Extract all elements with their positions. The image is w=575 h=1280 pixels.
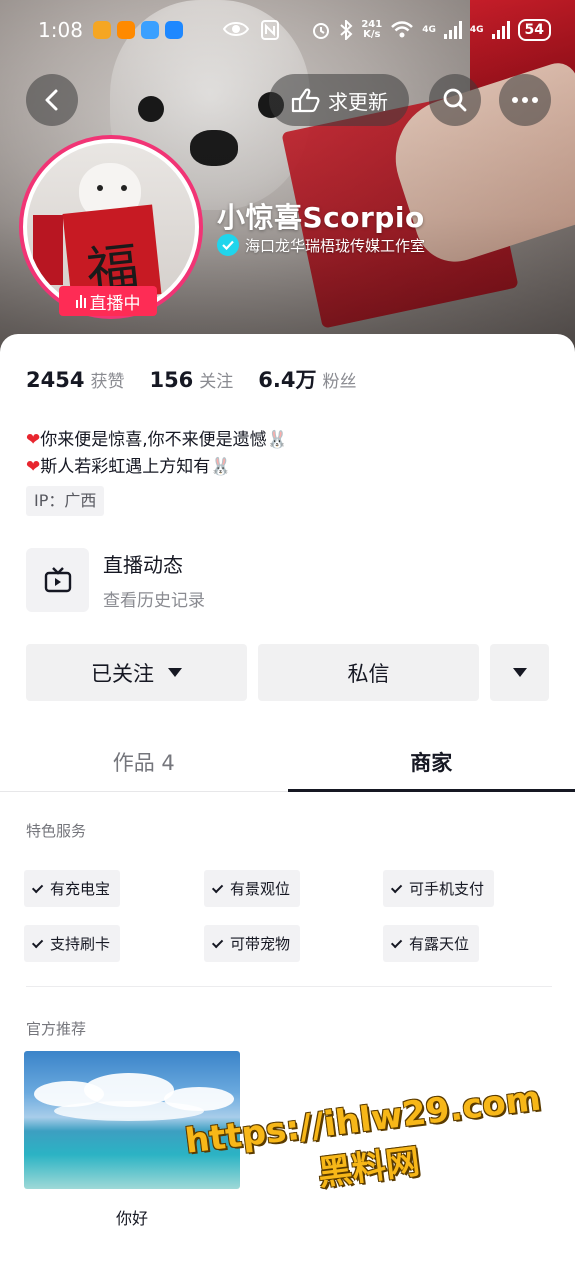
live-badge-label: 直播中: [89, 293, 141, 314]
profile-stats: 2454 获赞 156 关注 6.4万 粉丝: [26, 364, 357, 394]
chat-app-icon: [164, 21, 183, 39]
service-tag: 可手机支付: [383, 870, 495, 907]
status-bar: 1:08 241 K/s 4G 4G 54: [0, 0, 575, 60]
service-tag: 可带宠物: [204, 925, 301, 962]
live-history-subtitle: 查看历史记录: [103, 591, 205, 611]
check-icon: [390, 936, 403, 948]
avatar-red-banner: [33, 215, 63, 285]
bio: ❤你来便是惊喜,你不来便是遗憾🐰 ❤斯人若彩虹遇上方知有🐰: [26, 427, 288, 481]
live-history-title: 直播动态: [103, 553, 183, 577]
rabbit-icon: 🐰: [210, 457, 232, 477]
signal-bars-icon: [491, 21, 510, 39]
search-icon: [443, 88, 467, 112]
request-update-label: 求更新: [328, 89, 388, 114]
section-divider: [26, 986, 552, 987]
video-app-icon: [116, 21, 135, 39]
alarm-icon: [313, 23, 330, 39]
stat-likes[interactable]: 2454 获赞: [26, 367, 124, 392]
battery-level: 54: [517, 19, 551, 41]
recommend-dropdown-button[interactable]: [490, 644, 549, 701]
back-button[interactable]: [26, 74, 78, 126]
signal-type: 4G: [469, 25, 484, 35]
nfc-icon: [260, 20, 279, 40]
live-history-entry[interactable]: 直播动态 查看历史记录: [26, 548, 205, 612]
signal-bars-icon: [443, 21, 462, 39]
caret-down-icon: [168, 668, 182, 677]
message-button[interactable]: 私信: [258, 644, 479, 701]
pointing-hand-icon: [291, 88, 320, 113]
following-button[interactable]: 已关注: [26, 644, 247, 701]
more-dots-icon: [512, 97, 538, 103]
live-now-badge[interactable]: 直播中: [59, 286, 157, 316]
tv-icon: [26, 548, 89, 612]
net-speed: 241 K/s: [361, 19, 383, 40]
tab-works[interactable]: 作品 4: [0, 732, 288, 791]
wifi-icon: [391, 21, 414, 38]
request-update-button[interactable]: 求更新: [269, 74, 409, 126]
verified-organization[interactable]: 海口龙华瑞梧珑传媒工作室: [217, 234, 425, 256]
eye-icon: [222, 22, 249, 36]
ip-location: IP：广西: [26, 486, 105, 516]
search-button[interactable]: [429, 74, 481, 126]
more-button[interactable]: [499, 74, 551, 126]
check-icon: [31, 881, 44, 893]
stat-followers[interactable]: 6.4万 粉丝: [258, 364, 356, 394]
browser-app-icon: [140, 21, 159, 39]
heart-icon: ❤: [26, 457, 41, 477]
status-time: 1:08: [38, 18, 83, 42]
bluetooth-icon: [340, 20, 353, 40]
recommend-title: 官方推荐: [26, 1020, 87, 1038]
caret-down-icon: [512, 668, 527, 677]
verified-org-name: 海口龙华瑞梧珑传媒工作室: [245, 236, 426, 255]
rabbit-icon: 🐰: [266, 430, 288, 450]
service-tag: 有景观位: [204, 870, 301, 907]
service-tag: 有露天位: [383, 925, 480, 962]
status-app-icons: [92, 21, 183, 39]
following-label: 已关注: [91, 661, 154, 686]
message-label: 私信: [347, 661, 390, 686]
heart-icon: ❤: [26, 430, 41, 450]
signal-type: 4G: [422, 25, 436, 35]
verified-check-icon: [217, 234, 239, 256]
services-title: 特色服务: [26, 822, 87, 840]
bio-line: ❤你来便是惊喜,你不来便是遗憾🐰: [26, 430, 288, 450]
service-tag: 有充电宝: [24, 870, 121, 907]
service-tag: 支持刷卡: [24, 925, 121, 962]
tab-merchant[interactable]: 商家: [287, 732, 575, 792]
bio-line: ❤斯人若彩虹遇上方知有🐰: [26, 457, 232, 477]
weibo-app-icon: [92, 21, 111, 39]
live-equalizer-icon: [75, 294, 86, 308]
check-icon: [211, 936, 224, 948]
check-icon: [211, 881, 224, 893]
check-icon: [390, 881, 403, 893]
profile-tabs: 作品 4 商家: [0, 732, 575, 792]
stat-following[interactable]: 156 关注: [149, 367, 233, 392]
avatar-dog-eye: [121, 185, 127, 191]
username: 小惊喜Scorpio: [217, 201, 425, 234]
back-arrow-icon: [45, 89, 58, 111]
avatar-dog-eye: [97, 185, 103, 191]
check-icon: [31, 936, 44, 948]
